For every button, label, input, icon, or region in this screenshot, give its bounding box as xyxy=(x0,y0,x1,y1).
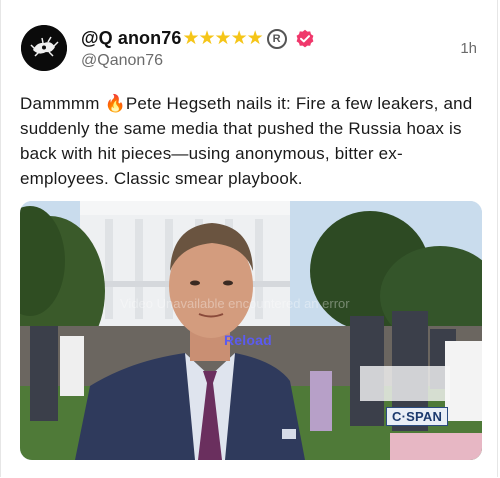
display-name-text: @Q anon76 xyxy=(81,28,182,48)
post-text: Dammmm 🔥Pete Hegseth nails it: Fire a fe… xyxy=(20,94,473,188)
post-card[interactable]: @Q anon76 ★★★★★ R @Qanon76 1h Dammmm 🔥Pe… xyxy=(0,0,498,477)
video-player[interactable]: Video Unavailable encountered an error R… xyxy=(20,201,482,460)
registered-mark-icon: R xyxy=(266,28,287,49)
avatar[interactable] xyxy=(21,25,67,71)
cspan-logo: C·SPAN xyxy=(386,407,449,426)
verified-badge-icon xyxy=(296,29,314,47)
video-error-overlay: Video Unavailable encountered an error xyxy=(120,296,350,311)
post-timestamp: 1h xyxy=(460,40,477,57)
avatar-logo-icon xyxy=(21,25,67,71)
display-name[interactable]: @Q anon76 ★★★★★ R xyxy=(81,27,315,50)
user-handle[interactable]: @Qanon76 xyxy=(81,52,163,70)
reload-button[interactable]: Reload xyxy=(224,332,272,348)
star-badges: ★★★★★ xyxy=(182,28,263,49)
